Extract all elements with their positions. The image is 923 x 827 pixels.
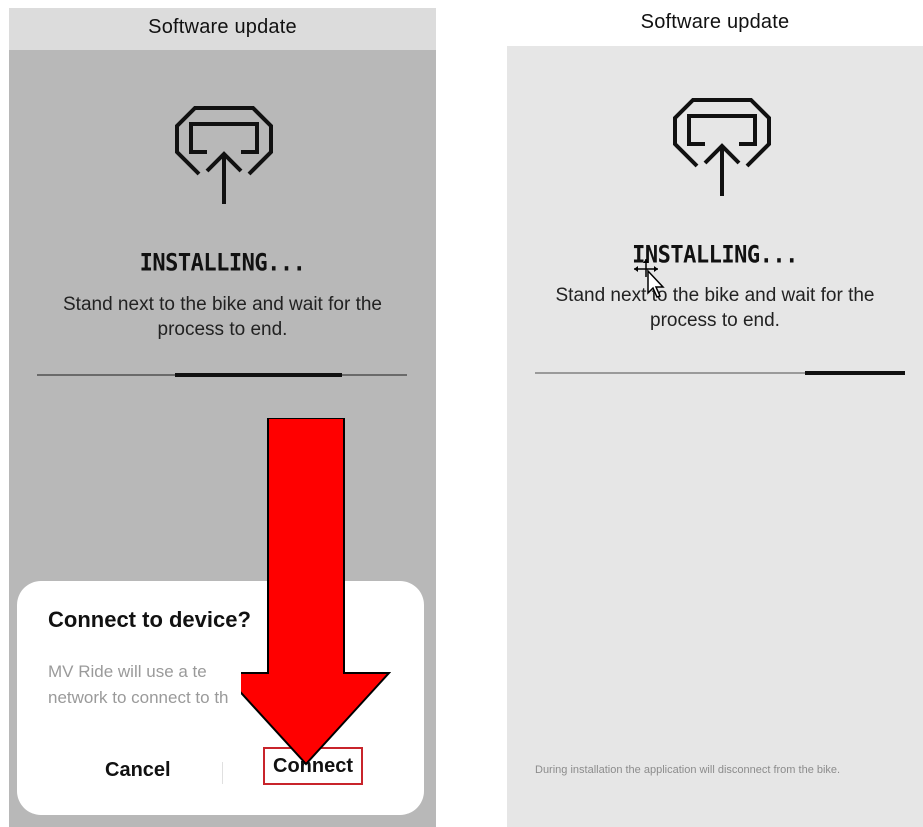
disconnect-notice: During installation the application will… bbox=[535, 764, 841, 776]
move-cursor-icon bbox=[634, 259, 665, 298]
down-arrow-annotation bbox=[241, 418, 391, 766]
status-heading: INSTALLING... bbox=[139, 249, 306, 278]
cancel-button[interactable]: Cancel bbox=[105, 759, 171, 782]
dialog-title: Connect to device? bbox=[48, 607, 251, 632]
button-divider bbox=[222, 762, 223, 784]
dialog-message-line-1: MV Ride will use a te bbox=[48, 662, 207, 681]
page-title: Software update bbox=[148, 16, 297, 38]
instruction-text: Stand next to the bike and wait for the … bbox=[63, 294, 382, 340]
progress-fill bbox=[805, 371, 905, 375]
left-screen: Software update INSTALLING... Stand next… bbox=[9, 8, 436, 827]
right-screen: INSTALLING... Stand next to the bike and… bbox=[507, 46, 923, 827]
dialog-message: MV Ride will use a te network to connect… bbox=[48, 659, 248, 711]
progress-fill bbox=[175, 373, 342, 377]
status-heading: INSTALLING... bbox=[632, 241, 798, 270]
instruction-text: Stand next to the bike and wait for the … bbox=[555, 285, 875, 331]
upload-to-device-icon bbox=[673, 98, 771, 196]
upload-to-device-icon bbox=[175, 106, 273, 204]
page-title-right: Software update bbox=[640, 11, 790, 33]
dialog-message-line-2: network to connect to th bbox=[48, 688, 229, 707]
right-title-bar: Software update bbox=[507, 0, 923, 46]
